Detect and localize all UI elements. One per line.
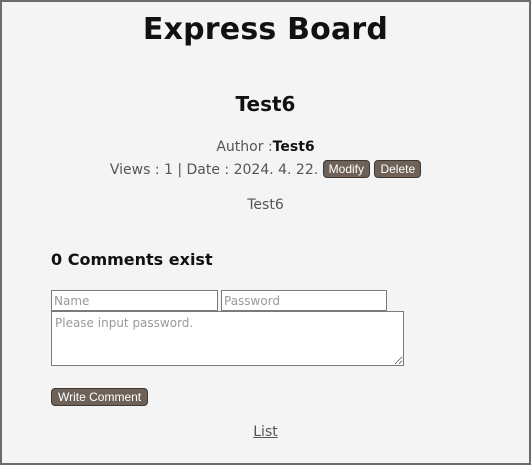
comment-name-input[interactable] <box>51 290 218 311</box>
comments-count-heading: 0 Comments exist <box>51 250 213 269</box>
author-label: Author : <box>216 139 273 155</box>
comment-textarea[interactable] <box>51 311 404 366</box>
list-link-container: List <box>2 424 529 440</box>
post-content: Test6 <box>247 197 284 213</box>
write-comment-button[interactable]: Write Comment <box>51 388 149 406</box>
post-meta-line: Views : 1 | Date : 2024. 4. 22. Modify D… <box>2 160 529 179</box>
views-date-text: Views : 1 | Date : 2024. 4. 22. <box>109 162 319 178</box>
author-name: Test6 <box>272 139 315 155</box>
post-author-line: Author :Test6 <box>2 139 529 155</box>
delete-button[interactable]: Delete <box>374 160 422 178</box>
comment-password-input[interactable] <box>221 290 387 311</box>
modify-button[interactable]: Modify <box>322 160 370 178</box>
site-title: Express Board <box>142 12 389 47</box>
post-title: Test6 <box>235 92 296 116</box>
list-link[interactable]: List <box>253 424 277 440</box>
board-page: Express Board Test6 Author :Test6 Views … <box>0 0 531 465</box>
